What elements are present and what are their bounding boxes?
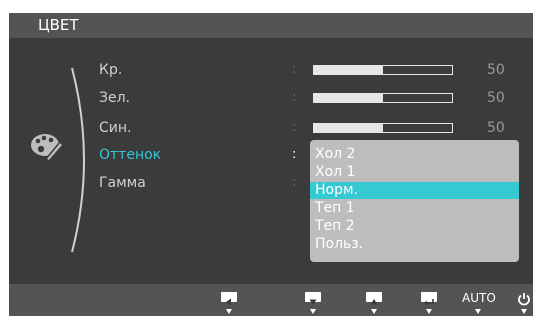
power-button[interactable] (517, 291, 531, 306)
menu-item-red[interactable]: Кр. : 50 (9, 60, 533, 84)
separator: : (292, 147, 297, 162)
bar-fill (314, 124, 383, 132)
menu-item-label: Син. (99, 120, 132, 136)
menu-item-label: Гамма (99, 175, 146, 191)
menu-item-label: Зел. (99, 90, 130, 106)
separator: : (292, 175, 297, 190)
pointer-marker (521, 309, 527, 314)
separator: : (292, 62, 297, 77)
separator: : (292, 90, 297, 105)
power-icon (518, 293, 530, 306)
blue-level-bar[interactable] (313, 123, 453, 133)
auto-label: AUTO (462, 291, 496, 305)
menu-item-label: Кр. (99, 62, 123, 78)
dropdown-option[interactable]: Теп 1 (310, 200, 519, 217)
separator: : (292, 120, 297, 135)
tone-dropdown[interactable]: Хол 2 Хол 1 Норм. Теп 1 Теп 2 Польз. (310, 140, 519, 262)
left-arrow-icon (221, 292, 237, 306)
bar-fill (314, 94, 383, 102)
menu-item-value: 50 (487, 62, 505, 78)
green-level-bar[interactable] (313, 93, 453, 103)
red-level-bar[interactable] (313, 65, 453, 75)
menu-title: ЦВЕТ (38, 16, 79, 34)
dropdown-option[interactable]: Теп 2 (310, 218, 519, 235)
menu-item-value: 50 (487, 120, 505, 136)
osd-panel: ЦВЕТ Кр. : 50 Зел. : 50 Син. : 50 Оттено… (9, 13, 533, 284)
pointer-marker (475, 309, 481, 314)
menu-item-label: Оттенок (99, 147, 162, 163)
dropdown-option[interactable]: Хол 2 (310, 146, 519, 163)
bar-fill (314, 66, 383, 74)
button-guide-bar: AUTO (9, 284, 533, 316)
pointer-marker (310, 309, 316, 314)
dropdown-option[interactable]: Польз. (310, 236, 519, 253)
down-arrow-icon (305, 292, 321, 305)
dropdown-option-selected[interactable]: Норм. (310, 182, 519, 199)
pointer-marker (426, 309, 432, 314)
up-arrow-icon (366, 292, 382, 305)
menu-item-green[interactable]: Зел. : 50 (9, 88, 533, 112)
pointer-marker (371, 309, 377, 314)
menu-item-blue[interactable]: Син. : 50 (9, 118, 533, 142)
enter-icon (421, 292, 437, 306)
title-bar: ЦВЕТ (9, 13, 533, 38)
dropdown-option[interactable]: Хол 1 (310, 164, 519, 181)
menu-item-value: 50 (487, 90, 505, 106)
pointer-marker (226, 309, 232, 314)
